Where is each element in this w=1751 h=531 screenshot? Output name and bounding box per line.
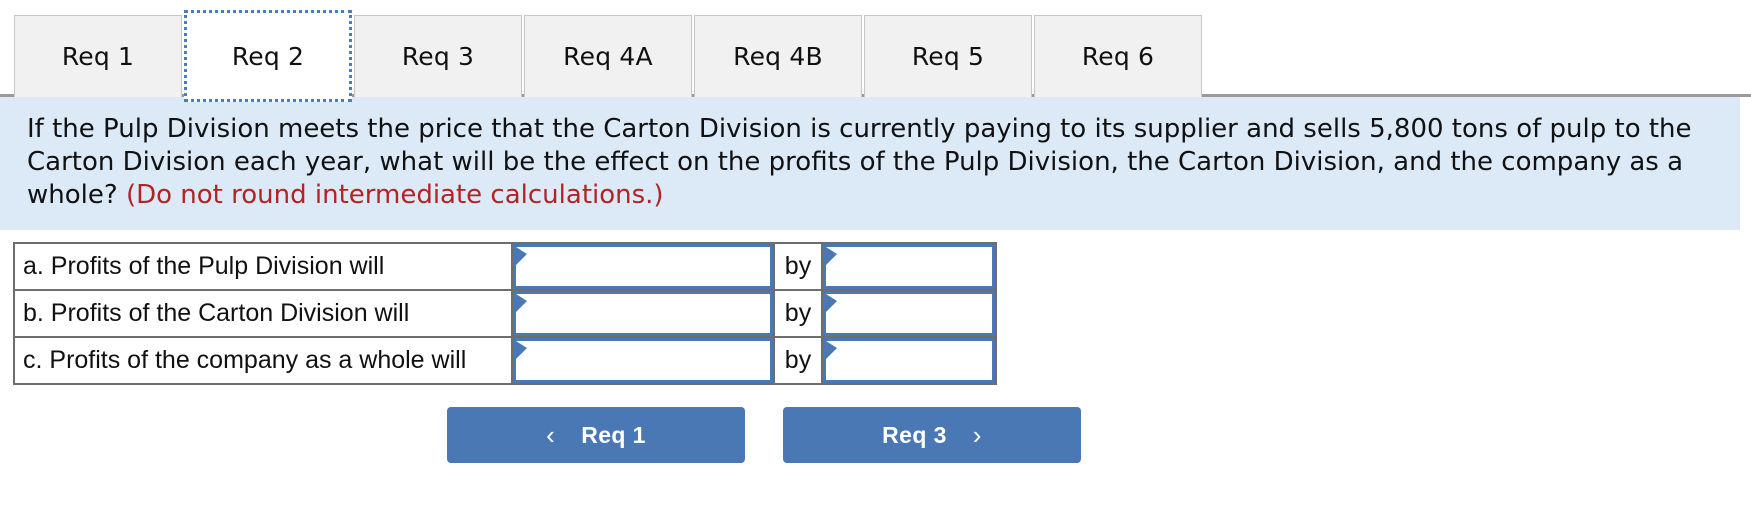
tab-req-6[interactable]: Req 6 [1034, 15, 1202, 97]
next-requirement-button[interactable]: Req 3 › [783, 407, 1081, 464]
chevron-right-icon: › [972, 420, 982, 451]
amount-field-cell-a [821, 242, 997, 292]
tab-label: Req 4A [563, 42, 653, 71]
navigation-bar: ‹ Req 1 Req 3 › [0, 407, 1751, 464]
effect-dropdown-a[interactable] [513, 244, 773, 290]
tab-req-4a[interactable]: Req 4A [524, 15, 692, 97]
table-row: a. Profits of the Pulp Division will by [13, 242, 997, 292]
tab-req-2[interactable]: Req 2 [184, 10, 352, 102]
amount-input-b[interactable] [823, 291, 995, 337]
effect-field-cell-c [511, 336, 775, 386]
tab-req-1[interactable]: Req 1 [14, 15, 182, 97]
tab-label: Req 2 [231, 41, 305, 71]
question-text: If the Pulp Division meets the price tha… [27, 113, 1718, 212]
tab-label: Req 1 [61, 42, 135, 71]
dropdown-marker-icon [826, 294, 837, 313]
dropdown-marker-icon [516, 294, 527, 313]
tab-label: Req 5 [911, 42, 985, 71]
table-row: b. Profits of the Carton Division will b… [13, 289, 997, 339]
tab-label: Req 3 [401, 42, 475, 71]
row-label-b: b. Profits of the Carton Division will [13, 289, 513, 339]
dropdown-marker-icon [516, 247, 527, 266]
tab-label: Req 4B [733, 42, 823, 71]
prev-button-label: Req 1 [581, 421, 646, 448]
effect-dropdown-c[interactable] [513, 338, 773, 384]
tab-label: Req 6 [1081, 42, 1155, 71]
requirement-tabs: Req 1 Req 2 Req 3 Req 4A Req 4B Req 5 Re… [0, 0, 1751, 102]
connector-label-b: by [773, 289, 823, 339]
dropdown-marker-icon [826, 341, 837, 360]
answer-table: a. Profits of the Pulp Division will by … [13, 242, 997, 386]
connector-label-c: by [773, 336, 823, 386]
table-row: c. Profits of the company as a whole wil… [13, 336, 997, 386]
effect-field-cell-b [511, 289, 775, 339]
prev-requirement-button[interactable]: ‹ Req 1 [447, 407, 745, 464]
connector-label-a: by [773, 242, 823, 292]
amount-input-a[interactable] [823, 244, 995, 290]
tab-req-3[interactable]: Req 3 [354, 15, 522, 97]
question-note: (Do not round intermediate calculations.… [125, 180, 664, 211]
dropdown-marker-icon [826, 247, 837, 266]
amount-field-cell-b [821, 289, 997, 339]
row-label-a: a. Profits of the Pulp Division will [13, 242, 513, 292]
tab-req-4b[interactable]: Req 4B [694, 15, 862, 97]
amount-field-cell-c [821, 336, 997, 386]
row-label-c: c. Profits of the company as a whole wil… [13, 336, 513, 386]
effect-field-cell-a [511, 242, 775, 292]
next-button-label: Req 3 [882, 421, 947, 448]
tab-req-5[interactable]: Req 5 [864, 15, 1032, 97]
effect-dropdown-b[interactable] [513, 291, 773, 337]
amount-input-c[interactable] [823, 338, 995, 384]
chevron-left-icon: ‹ [546, 420, 556, 451]
dropdown-marker-icon [516, 341, 527, 360]
question-panel: If the Pulp Division meets the price tha… [0, 97, 1740, 231]
